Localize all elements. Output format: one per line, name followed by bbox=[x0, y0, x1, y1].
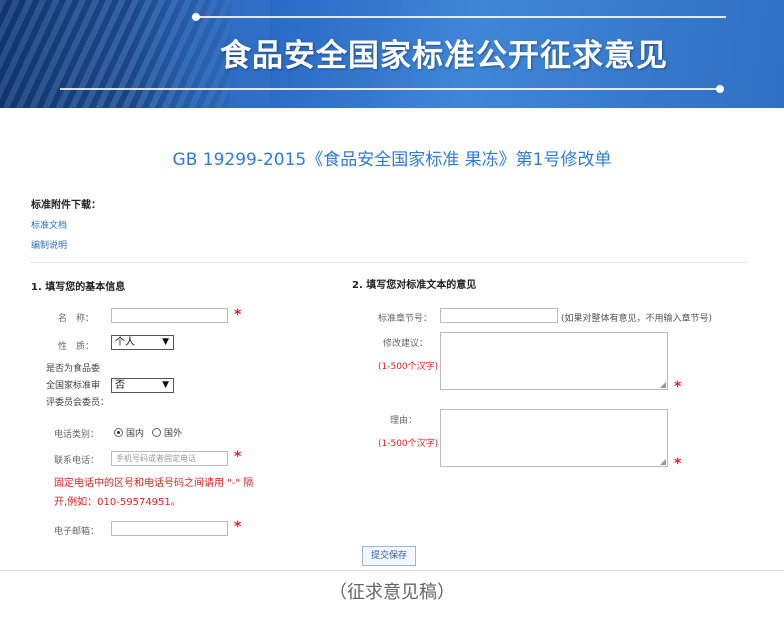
reason-textarea[interactable]: ◢ bbox=[440, 409, 668, 467]
submit-save-button[interactable]: 提交保存 bbox=[362, 546, 416, 566]
resize-grip-icon[interactable]: ◢ bbox=[660, 457, 666, 466]
required-star: * bbox=[234, 519, 242, 535]
required-star: * bbox=[234, 307, 242, 323]
header-banner: 食品安全国家标准公开征求意见 bbox=[0, 0, 784, 108]
divider bbox=[30, 262, 748, 263]
email-label: 电子邮箱： bbox=[54, 527, 100, 537]
reason-limit: (1-500个汉字) bbox=[378, 439, 439, 449]
chevron-down-icon: ▼ bbox=[162, 337, 169, 347]
name-label: 名 称： bbox=[58, 314, 95, 324]
phone-format-note: 固定电话中的区号和电话号码之间请用 "-" 隔 开,例如：010-5957495… bbox=[54, 478, 254, 508]
required-star: * bbox=[674, 456, 682, 472]
phone-input[interactable]: 手机号码或者固定电话 bbox=[111, 451, 228, 466]
suggestion-limit: (1-500个汉字) bbox=[378, 362, 439, 372]
link-explanation[interactable]: 编制说明 bbox=[31, 238, 67, 251]
decorative-dot bbox=[192, 13, 200, 21]
nature-label: 性 质： bbox=[58, 342, 95, 352]
required-star: * bbox=[234, 449, 242, 465]
committee-select[interactable]: 否 ▼ bbox=[111, 378, 174, 393]
suggestion-label: 修改建议： bbox=[383, 339, 429, 349]
chapter-input[interactable] bbox=[440, 308, 558, 323]
phone-type-label: 电话类别： bbox=[54, 430, 100, 440]
suggestion-textarea[interactable]: ◢ bbox=[440, 332, 668, 390]
required-star: * bbox=[674, 379, 682, 395]
chapter-hint: (如果对整体有意见，不用输入章节号) bbox=[561, 314, 713, 324]
phone-type-radio-group: 国内 国外 bbox=[114, 426, 182, 439]
resize-grip-icon[interactable]: ◢ bbox=[660, 380, 666, 389]
section2-heading: 2. 填写您对标准文本的意见 bbox=[352, 280, 477, 291]
decorative-line bbox=[196, 16, 726, 18]
radio-domestic[interactable] bbox=[114, 428, 123, 437]
nature-select[interactable]: 个人 ▼ bbox=[111, 335, 174, 350]
nature-selected-value: 个人 bbox=[115, 337, 135, 348]
chapter-label: 标准章节号： bbox=[378, 314, 433, 324]
banner-title: 食品安全国家标准公开征求意见 bbox=[220, 38, 668, 74]
chevron-down-icon: ▼ bbox=[162, 380, 169, 390]
committee-label: 是否为食品委 全国家标准审 评委员会委员： bbox=[46, 364, 110, 408]
attachments-heading: 标准附件下载： bbox=[31, 200, 101, 211]
committee-selected-value: 否 bbox=[115, 380, 125, 391]
divider bbox=[0, 570, 784, 571]
decorative-line bbox=[60, 88, 720, 90]
reason-label: 理由： bbox=[390, 416, 418, 426]
email-input[interactable] bbox=[111, 521, 228, 536]
caption: （征求意见稿） bbox=[329, 582, 455, 603]
page-title: GB 19299-2015《食品安全国家标准 果冻》第1号修改单 bbox=[172, 150, 612, 170]
link-standard-document[interactable]: 标准文档 bbox=[31, 218, 67, 231]
name-input[interactable] bbox=[111, 308, 228, 323]
section1-heading: 1. 填写您的基本信息 bbox=[31, 282, 126, 293]
phone-label: 联系电话： bbox=[54, 456, 100, 466]
decorative-dot bbox=[716, 85, 724, 93]
radio-international[interactable] bbox=[152, 428, 162, 437]
